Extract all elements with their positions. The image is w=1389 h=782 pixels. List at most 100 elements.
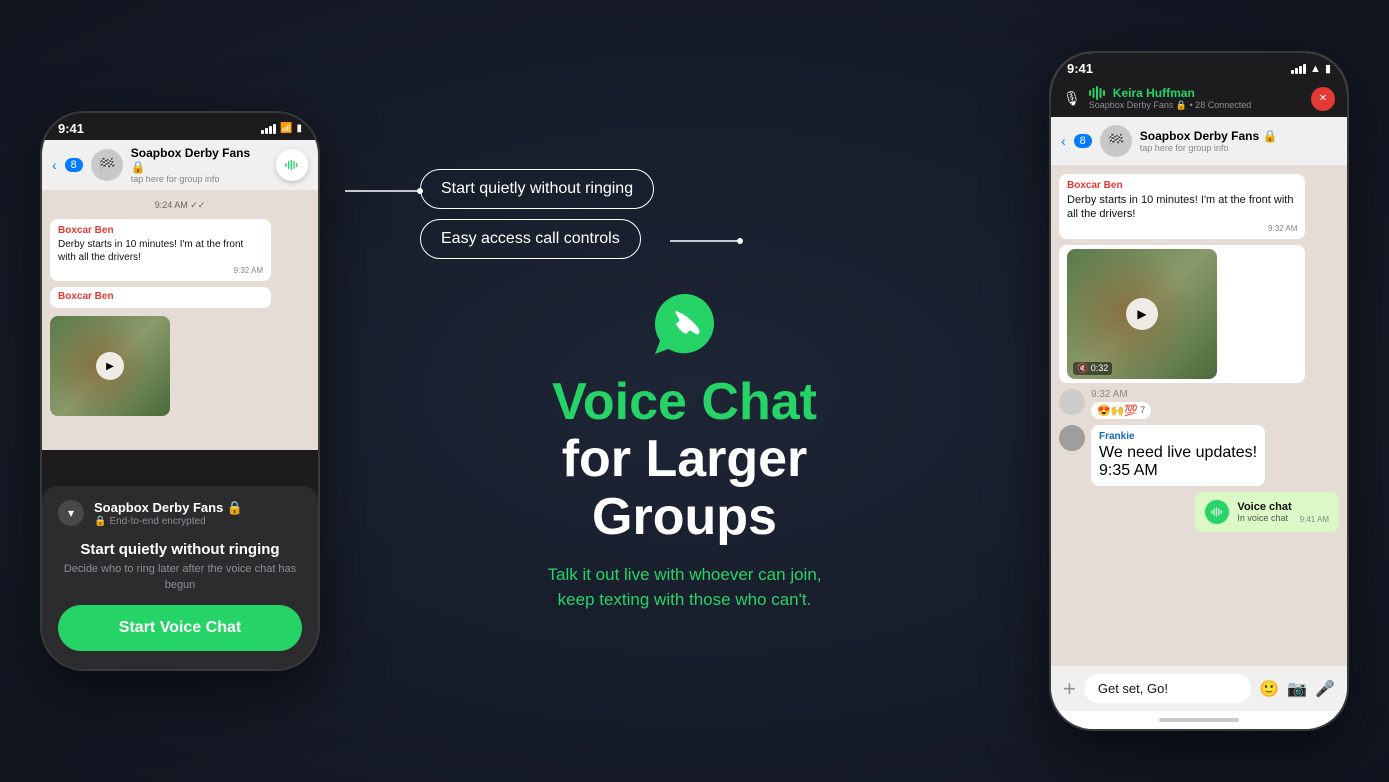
reaction-time: 9:32 AM [1091, 389, 1151, 400]
frankie-row: Frankie We need live updates! 9:35 AM [1059, 425, 1339, 486]
right-battery-icon: ▮ [1325, 62, 1331, 75]
right-chat-header: ‹ 8 🏁 Soapbox Derby Fans 🔒 tap here for … [1051, 117, 1347, 166]
frankie-time: 9:35 AM [1099, 462, 1257, 480]
sheet-content: Start quietly without ringing Decide who… [58, 541, 302, 593]
right-back-button[interactable]: ‹ [1061, 133, 1066, 149]
right-sender-name: Boxcar Ben [1067, 180, 1297, 191]
title-line1: Voice Chat [552, 374, 817, 431]
voice-record-button[interactable]: 🎤 [1315, 679, 1335, 699]
reactions-row: 😍🙌💯 7 [1091, 402, 1151, 419]
sheet-header: ▾ Soapbox Derby Fans 🔒 🔒 End-to-end encr… [58, 500, 302, 527]
right-wifi-icon: ▲ [1310, 63, 1321, 75]
right-signal-bars [1291, 64, 1306, 74]
voice-wave-icon [1205, 500, 1229, 524]
voice-chat-time: 9:41 AM [1300, 515, 1329, 524]
voice-chat-title: Voice chat [1237, 501, 1291, 513]
reaction-avatar [1059, 389, 1085, 415]
sender-name: Boxcar Ben [58, 225, 263, 236]
left-status-icons: 📶 ▮ [261, 123, 302, 134]
right-chat-header-info: Soapbox Derby Fans 🔒 tap here for group … [1140, 129, 1337, 153]
whatsapp-icon [650, 289, 720, 359]
reactions-row-container: 9:32 AM 😍🙌💯 7 [1059, 389, 1339, 419]
right-message-bubble: Boxcar Ben Derby starts in 10 minutes! I… [1059, 174, 1305, 239]
right-time: 9:41 [1067, 61, 1093, 76]
start-voice-chat-button[interactable]: Start Voice Chat [58, 605, 302, 651]
call-end-button[interactable]: ✕ [1311, 87, 1335, 111]
subtitle: Talk it out live with whoever can join,k… [547, 562, 821, 613]
back-badge: 8 [65, 158, 83, 172]
add-attachment-button[interactable]: + [1063, 676, 1076, 702]
left-time: 9:41 [58, 121, 84, 136]
voice-waveform-icon [1210, 505, 1224, 519]
sender-name-bubble: Boxcar Ben [50, 287, 271, 308]
right-phone: 9:41 ▲ ▮ 🎙 [1049, 51, 1349, 731]
callout-list: Start quietly without ringing Easy acces… [340, 169, 1029, 259]
main-title: Voice Chat for Larger Groups [552, 374, 817, 546]
signal-bars-icon [261, 124, 276, 134]
voice-chat-sub: In voice chat [1237, 513, 1291, 523]
camera-button[interactable]: 📷 [1287, 679, 1307, 699]
left-phone: 9:41 📶 ▮ ‹ 8 🏁 Soapbox Derby Fans 🔒 tap … [40, 111, 320, 671]
message-input[interactable]: Get set, Go! [1084, 674, 1251, 703]
voice-chat-info: Voice chat In voice chat [1237, 501, 1291, 523]
lock-icon: 🔒 [94, 516, 106, 527]
timestamp: 9:24 AM ✓✓ [50, 200, 310, 211]
reactions-area: 9:32 AM 😍🙌💯 7 [1091, 389, 1151, 419]
sheet-group-info: Soapbox Derby Fans 🔒 🔒 End-to-end encryp… [94, 500, 243, 527]
call-bar-sub: Soapbox Derby Fans 🔒 • 28 Connected [1089, 100, 1251, 111]
emoji-button[interactable]: 🙂 [1259, 679, 1279, 699]
callout-controls: Easy access call controls [420, 219, 641, 259]
message-bubble: Boxcar Ben Derby starts in 10 minutes! I… [50, 219, 271, 281]
right-message-time: 9:32 AM [1067, 224, 1297, 233]
sheet-group-name: Soapbox Derby Fans 🔒 [94, 500, 243, 516]
right-video-thumbnail: ▶ 🔇 0:32 [1067, 249, 1217, 379]
right-play-button[interactable]: ▶ [1126, 298, 1158, 330]
sheet-title: Start quietly without ringing [58, 541, 302, 558]
right-message-text: Derby starts in 10 minutes! I'm at the f… [1067, 193, 1297, 222]
bottom-sheet: ▾ Soapbox Derby Fans 🔒 🔒 End-to-end encr… [42, 486, 318, 669]
sheet-desc: Decide who to ring later after the voice… [58, 562, 302, 593]
call-waveform-icon [1089, 86, 1109, 100]
title-line3: Groups [552, 489, 817, 546]
right-chat-body: Boxcar Ben Derby starts in 10 minutes! I… [1051, 166, 1347, 665]
boxcar-label: Boxcar Ben [58, 291, 263, 302]
mic-icon: 🎙 [1063, 90, 1081, 107]
back-button[interactable]: ‹ [52, 157, 57, 173]
frankie-avatar [1059, 425, 1085, 451]
frankie-name: Frankie [1099, 431, 1257, 442]
right-status-bar: 9:41 ▲ ▮ [1051, 53, 1347, 80]
callouts-container: Start quietly without ringing Easy acces… [340, 169, 1029, 259]
right-group-name: Soapbox Derby Fans 🔒 [1140, 129, 1337, 143]
home-indicator-area [1051, 711, 1347, 729]
whatsapp-logo [650, 289, 720, 364]
group-sub: tap here for group info [131, 174, 268, 184]
message-time: 9:32 AM [58, 266, 263, 275]
chat-header-info: Soapbox Derby Fans 🔒 tap here for group … [131, 146, 268, 184]
video-duration: 🔇 0:32 [1073, 362, 1112, 375]
left-status-bar: 9:41 📶 ▮ [42, 113, 318, 140]
voice-chat-bubble: Voice chat In voice chat 9:41 AM [1195, 492, 1339, 532]
reaction-count: 7 [1140, 405, 1145, 415]
group-name: Soapbox Derby Fans 🔒 [131, 146, 268, 174]
play-button[interactable]: ▶ [96, 352, 124, 380]
right-group-avatar: 🏁 [1100, 125, 1132, 157]
home-indicator [1159, 718, 1239, 722]
reaction-emojis: 😍🙌💯 [1097, 404, 1138, 417]
main-scene: 9:41 📶 ▮ ‹ 8 🏁 Soapbox Derby Fans 🔒 tap … [0, 0, 1389, 782]
left-chat-header: ‹ 8 🏁 Soapbox Derby Fans 🔒 tap here for … [42, 140, 318, 190]
call-bar-center: Keira Huffman Soapbox Derby Fans 🔒 • 28 … [1089, 86, 1251, 111]
video-bubble: ▶ 🔇 0:32 [1059, 245, 1305, 383]
collapse-button[interactable]: ▾ [58, 500, 84, 526]
message-text: Derby starts in 10 minutes! I'm at the f… [58, 238, 263, 264]
call-bar-name: Keira Huffman [1089, 86, 1251, 100]
group-avatar: 🏁 [91, 149, 123, 181]
battery-icon: ▮ [296, 123, 302, 134]
voice-button[interactable] [276, 149, 308, 181]
left-chat-body: 9:24 AM ✓✓ Boxcar Ben Derby starts in 10… [42, 190, 318, 450]
right-group-sub: tap here for group info [1140, 143, 1337, 153]
callout-quiet: Start quietly without ringing [420, 169, 654, 209]
wifi-icon: 📶 [280, 123, 292, 134]
frankie-bubble: Frankie We need live updates! 9:35 AM [1091, 425, 1265, 486]
right-back-badge: 8 [1074, 134, 1092, 148]
video-thumbnail: ▶ [50, 316, 170, 416]
